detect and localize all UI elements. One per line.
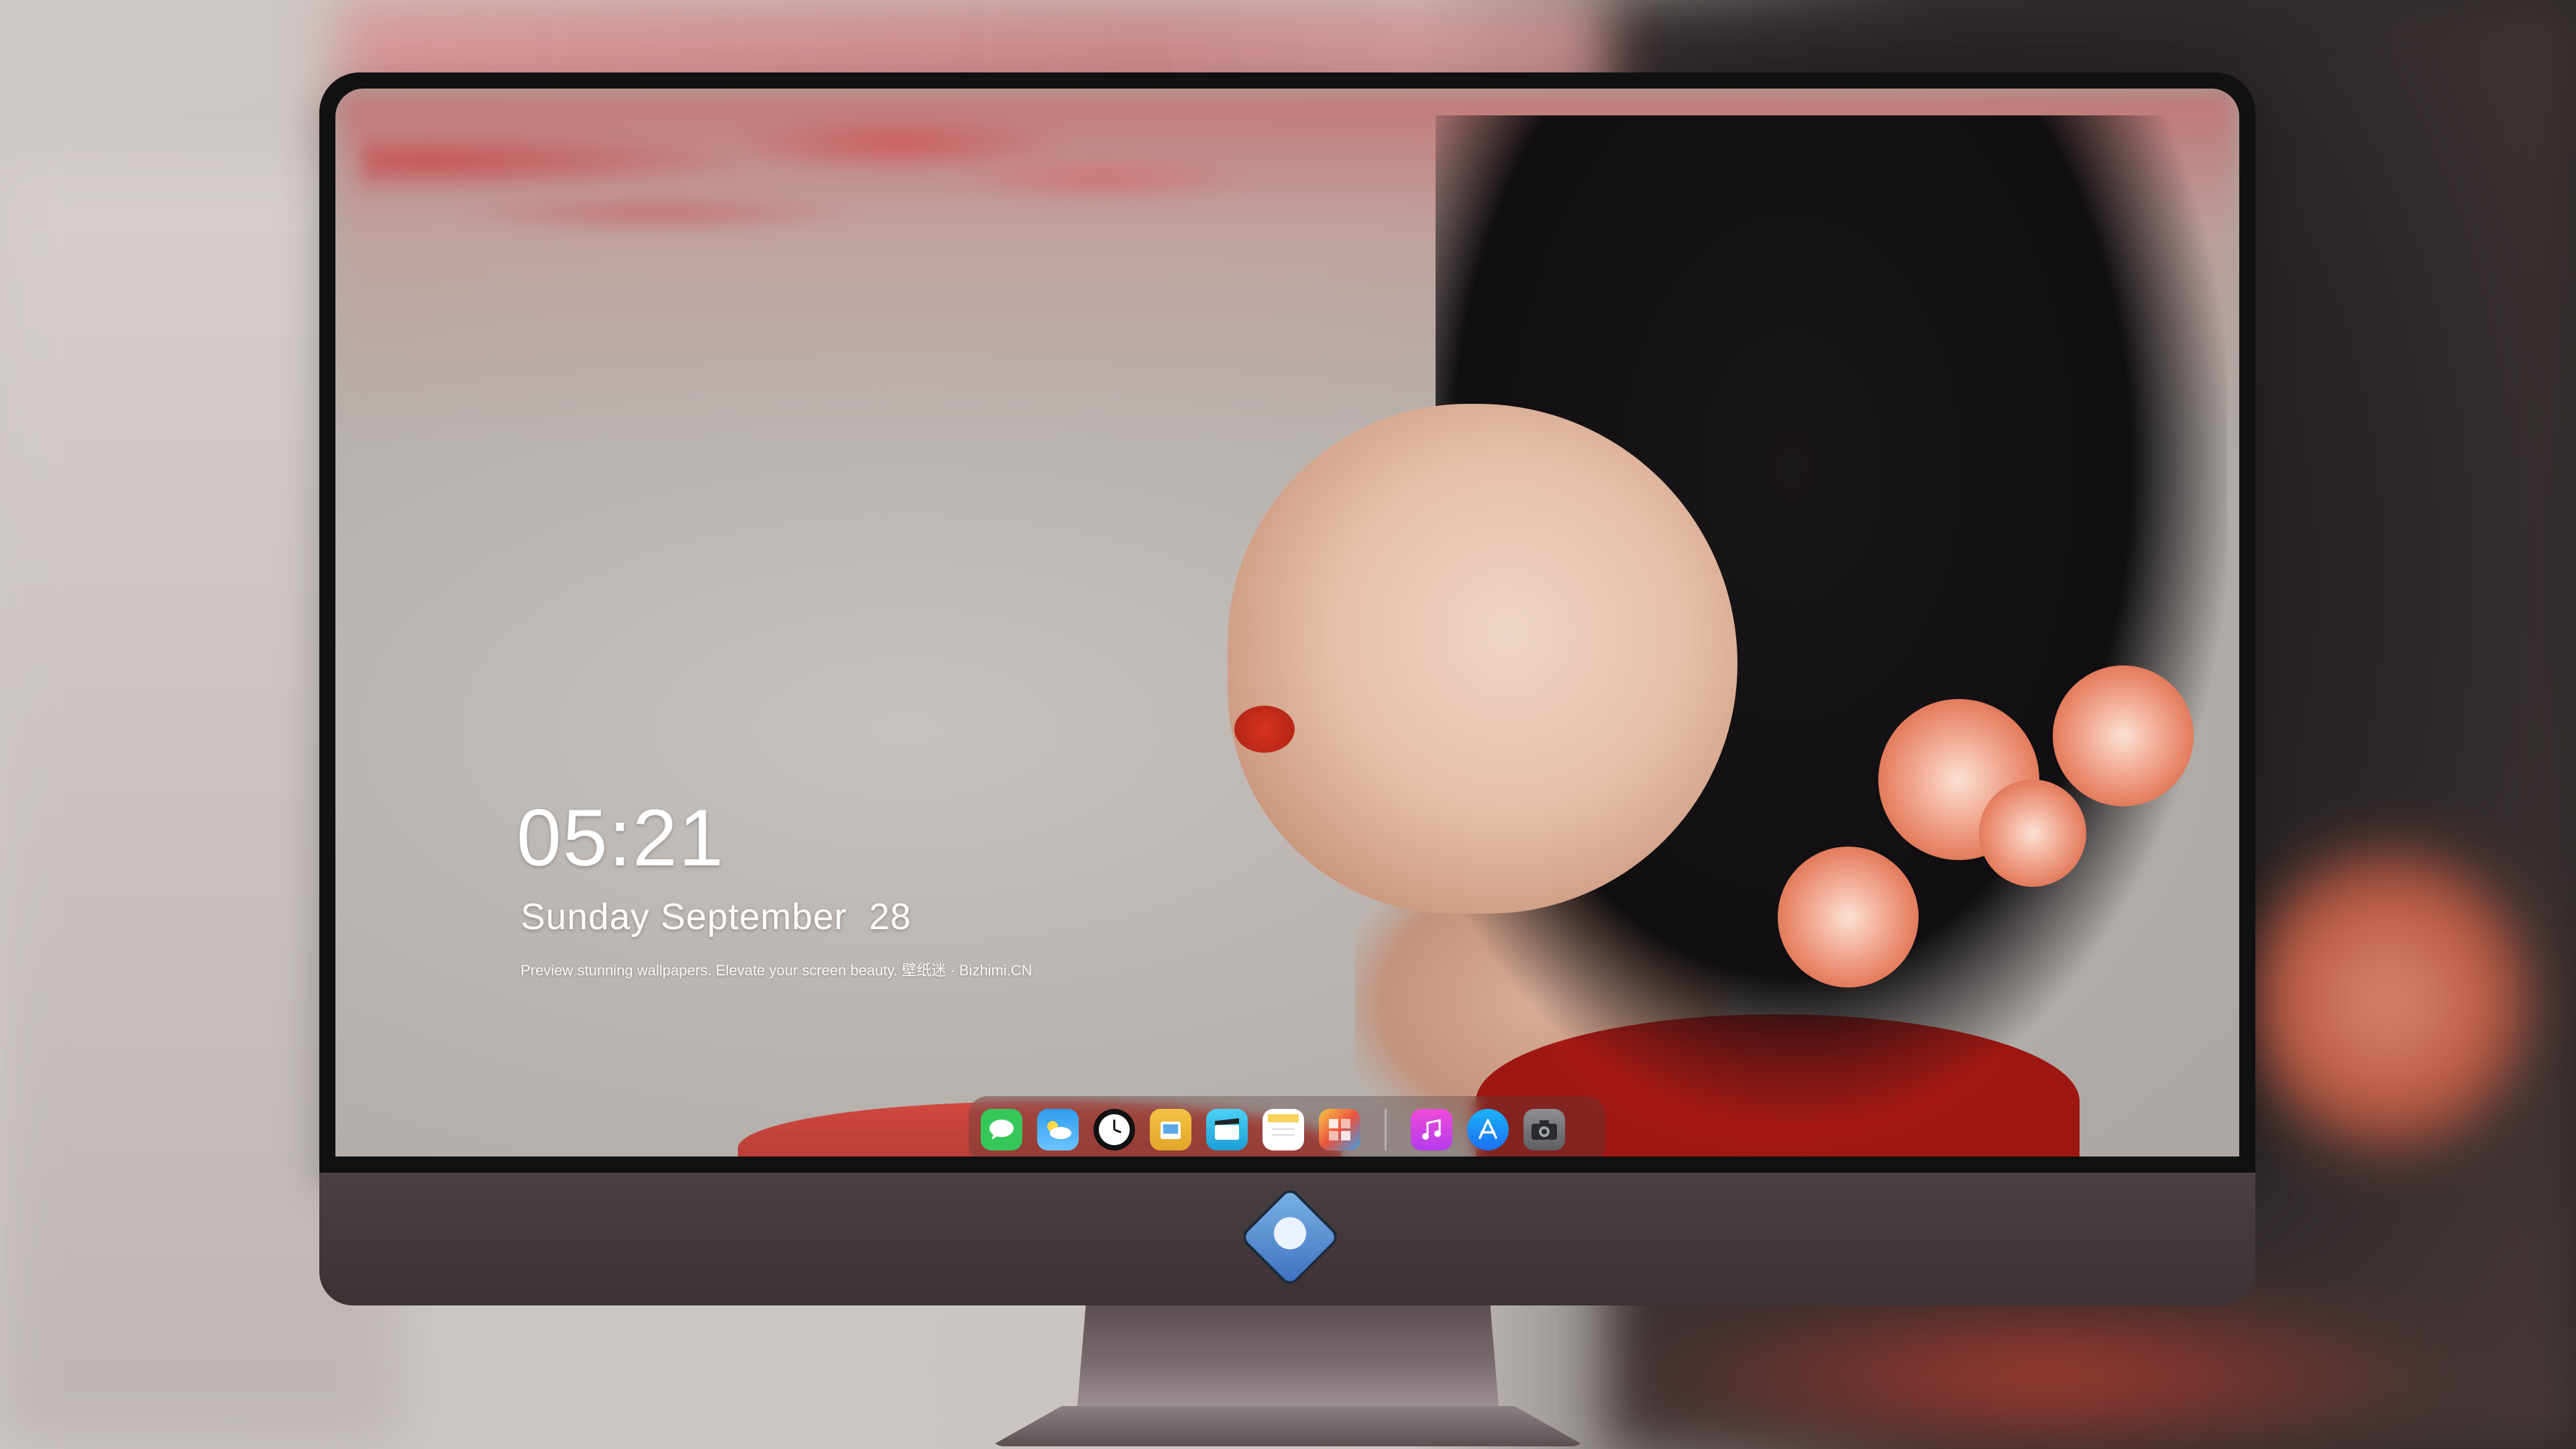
lock-screen: 05:21 Sunday September 28 Preview stunni… (335, 89, 2239, 1157)
app-store-icon[interactable] (1467, 1109, 1509, 1150)
wallpaper-tagline: Preview stunning wallpapers. Elevate you… (521, 962, 1032, 979)
wallpaper-flower (1778, 847, 1919, 987)
itunes-icon[interactable] (1411, 1109, 1452, 1150)
weather-icon[interactable] (1037, 1109, 1079, 1150)
brand-logo-icon (1238, 1185, 1342, 1289)
preview-icon[interactable] (1150, 1109, 1191, 1150)
date-label: Sunday September 28 (521, 896, 912, 937)
messages-icon[interactable] (981, 1109, 1022, 1150)
dock (969, 1096, 1605, 1157)
clips-icon[interactable] (1206, 1109, 1248, 1150)
camera-icon[interactable] (1523, 1109, 1565, 1150)
monitor-frame: 05:21 Sunday September 28 Preview stunni… (319, 72, 2255, 1305)
clock-icon[interactable] (1093, 1109, 1135, 1150)
monitor-chin (319, 1173, 2255, 1305)
dock-separator (1385, 1109, 1387, 1150)
notes-icon[interactable] (1263, 1109, 1304, 1150)
wallpaper-flower (1979, 780, 2086, 887)
monitor-stand (990, 1305, 1586, 1449)
wallpaper-face (1228, 404, 1737, 914)
clock-time: 05:21 (517, 793, 725, 883)
wallpaper-flower (2053, 665, 2194, 806)
photo-booth-icon[interactable] (1319, 1109, 1360, 1150)
monitor-bezel: 05:21 Sunday September 28 Preview stunni… (319, 72, 2255, 1173)
